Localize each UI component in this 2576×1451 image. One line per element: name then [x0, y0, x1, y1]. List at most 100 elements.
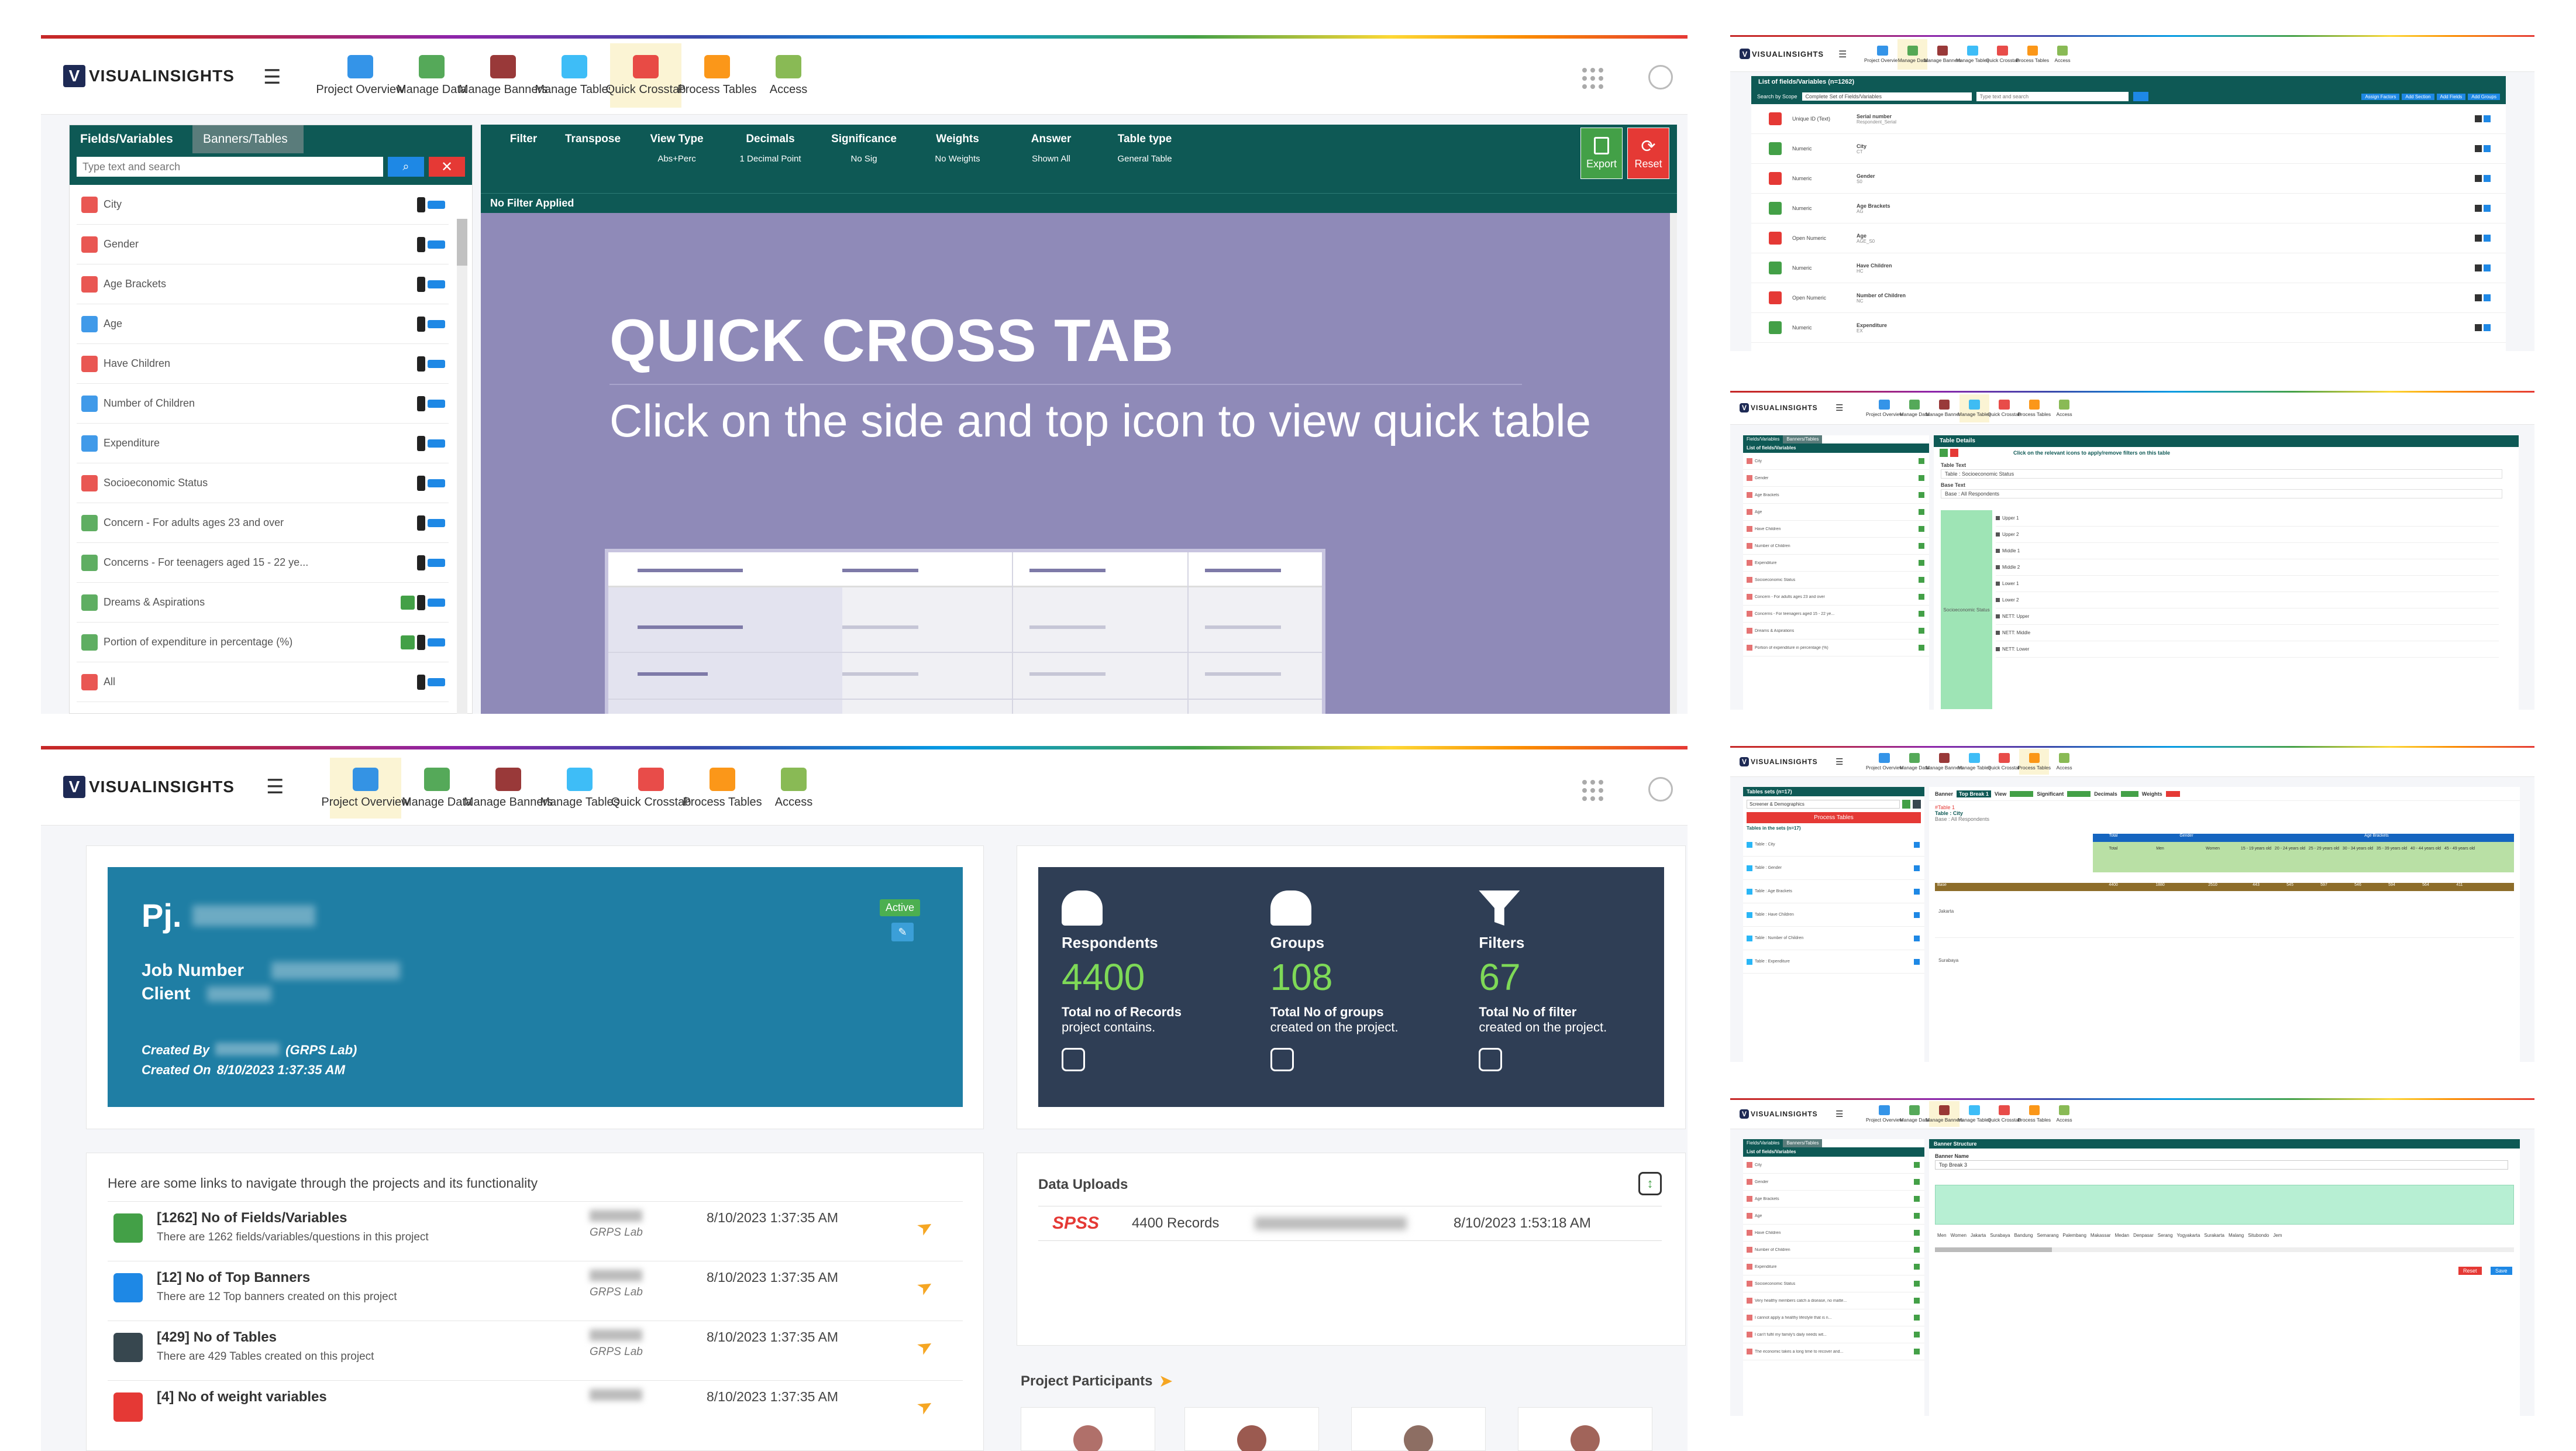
- column-axis-icon[interactable]: [428, 319, 445, 328]
- field-edit-icon[interactable]: [2484, 145, 2491, 152]
- nav-item-quick-crosstab[interactable]: Quick Crosstab: [1986, 39, 2019, 70]
- toolbar-answer[interactable]: Answer Shown All: [1004, 133, 1098, 164]
- field-menu-icon[interactable]: [2475, 175, 2482, 182]
- field-edit-icon[interactable]: [2484, 294, 2491, 301]
- set-add-button[interactable]: [1902, 800, 1910, 809]
- variable-item[interactable]: Age: [77, 304, 449, 344]
- code-row[interactable]: Lower 1: [1996, 576, 2499, 592]
- toolbar-view-type[interactable]: View Type Abs+Perc: [630, 133, 724, 164]
- variable-search-input[interactable]: [77, 157, 383, 177]
- field-edit-icon[interactable]: [2484, 115, 2491, 122]
- variable-item[interactable]: Concerns - For teenagers aged 15 - 22 ye…: [77, 543, 449, 583]
- toolbar-weights[interactable]: Weights No Weights: [911, 133, 1004, 164]
- field-row[interactable]: Numeric Age Brackets AG: [1751, 194, 2506, 224]
- add-variable-icon[interactable]: [1914, 1162, 1920, 1168]
- field-edit-icon[interactable]: [2484, 264, 2491, 271]
- nav-item-process-tables[interactable]: Process Tables: [2017, 1101, 2051, 1127]
- row-axis-icon[interactable]: [417, 674, 425, 690]
- table-set-item[interactable]: Table : Expenditure: [1743, 950, 1924, 974]
- menu-toggle-icon[interactable]: ☰: [1835, 403, 1843, 413]
- row-axis-icon[interactable]: [417, 356, 425, 372]
- table-set-item[interactable]: Table : Have Children: [1743, 903, 1924, 927]
- tab-banners-tables[interactable]: Banners/Tables: [192, 125, 304, 153]
- add-variable-icon[interactable]: [1919, 577, 1924, 583]
- nav-item-manage-banners[interactable]: Manage Banners: [459, 43, 547, 108]
- column-axis-icon[interactable]: [428, 399, 445, 408]
- variable-item[interactable]: Portion of expenditure in percentage (%): [77, 623, 449, 662]
- table-edit-icon[interactable]: [1914, 841, 1920, 848]
- reset-button[interactable]: ⟳ Reset: [1627, 128, 1669, 179]
- participant-card[interactable]: [1351, 1407, 1486, 1451]
- set-edit-button[interactable]: [1913, 800, 1921, 809]
- variable-item[interactable]: Have Children: [1743, 521, 1929, 538]
- weights-value[interactable]: [2165, 790, 2180, 797]
- code-row[interactable]: Lower 2: [1996, 592, 2499, 608]
- add-variable-icon[interactable]: [1919, 543, 1924, 549]
- column-axis-icon[interactable]: [428, 518, 445, 527]
- table-set-item[interactable]: Table : Gender: [1743, 857, 1924, 880]
- table-edit-icon[interactable]: [1914, 958, 1920, 965]
- data-action-button[interactable]: Assign Factors: [2361, 93, 2400, 100]
- variable-item[interactable]: Age: [1743, 1208, 1924, 1225]
- column-axis-icon[interactable]: [428, 678, 445, 686]
- edit-project-button[interactable]: ✎: [891, 923, 914, 941]
- nav-item-manage-banners[interactable]: Manage Banners: [1926, 1101, 1963, 1127]
- data-action-button[interactable]: Add Section: [2402, 93, 2434, 100]
- column-axis-icon[interactable]: [428, 359, 445, 368]
- add-variable-icon[interactable]: [1919, 492, 1924, 498]
- code-row[interactable]: NETT: Lower: [1996, 641, 2499, 658]
- variable-item[interactable]: City: [1743, 453, 1929, 470]
- banner-scrollbar[interactable]: [1935, 1247, 2514, 1252]
- row-axis-icon[interactable]: [417, 594, 425, 610]
- row-axis-icon[interactable]: [417, 316, 425, 332]
- add-variable-icon[interactable]: [1914, 1196, 1920, 1202]
- variable-item[interactable]: Age: [1743, 504, 1929, 521]
- field-row[interactable]: Numeric Have Children HC: [1751, 253, 2506, 283]
- row-axis-icon[interactable]: [417, 435, 425, 451]
- add-variable-icon[interactable]: [1919, 560, 1924, 566]
- link-row[interactable]: [4] No of weight variables 8/10/2023 1:37…: [108, 1380, 963, 1440]
- menu-toggle-icon[interactable]: ☰: [1835, 757, 1843, 767]
- row-axis-icon[interactable]: [417, 236, 425, 252]
- nav-item-manage-tables[interactable]: Manage Tables: [535, 43, 614, 108]
- table-set-item[interactable]: Table : Number of Children: [1743, 927, 1924, 950]
- field-edit-icon[interactable]: [2484, 324, 2491, 331]
- add-variable-icon[interactable]: [1919, 645, 1924, 651]
- code-row[interactable]: NETT: Middle: [1996, 625, 2499, 641]
- variable-item[interactable]: Have Children: [77, 344, 449, 384]
- nav-item-manage-banners[interactable]: Manage Banners: [1926, 394, 1963, 422]
- nav-item-manage-tables[interactable]: Manage Tables: [1956, 39, 1989, 70]
- add-variable-icon[interactable]: [1914, 1179, 1920, 1185]
- add-variable-icon[interactable]: [1914, 1230, 1920, 1236]
- nav-item-access[interactable]: Access: [2049, 749, 2079, 775]
- nav-item-quick-crosstab[interactable]: Quick Crosstab: [606, 43, 686, 108]
- toolbar-transpose[interactable]: Transpose: [556, 133, 630, 164]
- variable-item[interactable]: All: [77, 662, 449, 702]
- table-edit-icon[interactable]: [1914, 912, 1920, 918]
- field-menu-icon[interactable]: [2475, 205, 2482, 212]
- main-scrollbar[interactable]: [1670, 213, 1677, 714]
- add-variable-icon[interactable]: [1914, 1264, 1920, 1270]
- nav-item-process-tables[interactable]: Process Tables: [2017, 394, 2051, 422]
- tab-fields-variables[interactable]: Fields/Variables: [70, 125, 192, 153]
- participant-card[interactable]: [1021, 1407, 1155, 1451]
- data-action-button[interactable]: Add Fields: [2436, 93, 2466, 100]
- variable-item[interactable]: City: [77, 185, 449, 225]
- field-row[interactable]: Open Numeric Number of Children NC: [1751, 283, 2506, 313]
- nav-item-manage-banners[interactable]: Manage Banners: [1924, 39, 1961, 70]
- variable-item[interactable]: Gender: [1743, 470, 1929, 487]
- variable-item[interactable]: City: [1743, 1157, 1924, 1174]
- link-row[interactable]: [12] No of Top Banners There are 12 Top b…: [108, 1261, 963, 1321]
- toolbar-decimals[interactable]: Decimals 1 Decimal Point: [724, 133, 817, 164]
- column-axis-icon[interactable]: [428, 439, 445, 448]
- nav-item-project-overview[interactable]: Project Overview: [321, 758, 410, 819]
- table-set-item[interactable]: Table : Age Brackets: [1743, 880, 1924, 903]
- variable-item[interactable]: Socioeconomic Status: [1743, 572, 1929, 589]
- nav-item-manage-data[interactable]: Manage Data: [1899, 749, 1929, 775]
- stat-action-icon[interactable]: [1062, 1048, 1085, 1071]
- variable-item[interactable]: Concern - For adults ages 23 and over: [77, 503, 449, 543]
- toolbar-significance[interactable]: Significance No Sig: [817, 133, 911, 164]
- nav-item-access[interactable]: Access: [758, 758, 829, 819]
- stat-action-icon[interactable]: [1479, 1048, 1503, 1071]
- variable-item[interactable]: The economic takes a long time to recove…: [1743, 1343, 1924, 1360]
